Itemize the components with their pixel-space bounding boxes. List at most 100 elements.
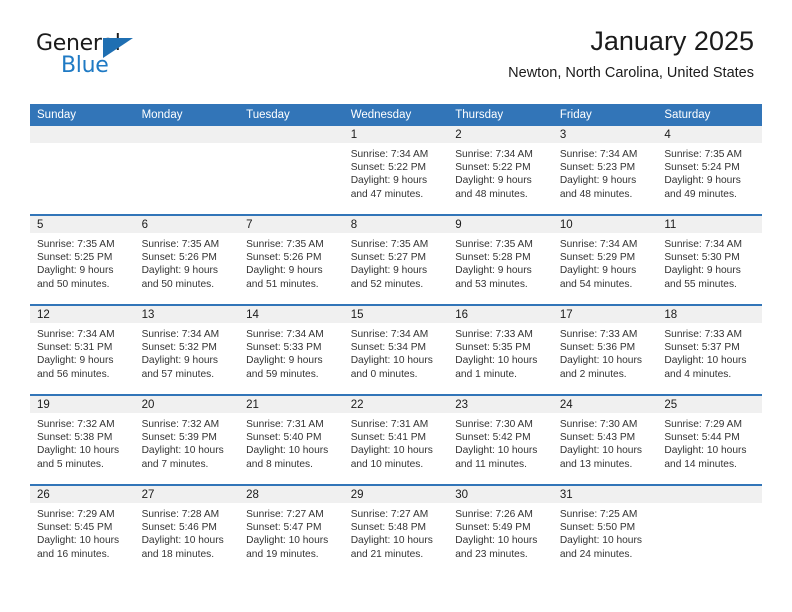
weekday-header-thursday: Thursday — [448, 104, 553, 126]
day-number: 4 — [657, 126, 762, 143]
day-number: 1 — [343, 126, 449, 143]
sunset-time: Sunset: 5:33 PM — [246, 342, 322, 354]
day-details: Sunrise: 7:35 AM Sunset: 5:26 PM Daylight:… — [239, 233, 344, 291]
calendar-day-cell[interactable]: 30 Sunrise: 7:26 AM Sunset: 5:49 PM Dayligh… — [448, 484, 553, 574]
day-number — [657, 486, 762, 503]
day-number: 19 — [30, 396, 135, 413]
sunset-time: Sunset: 5:40 PM — [246, 432, 322, 444]
calendar-day-cell[interactable]: 3 Sunrise: 7:34 AM Sunset: 5:23 PM Daylight… — [552, 126, 658, 215]
calendar-day-cell[interactable]: 16 Sunrise: 7:33 AM Sunset: 5:35 PM Dayligh… — [448, 304, 553, 395]
calendar-day-cell[interactable]: 14 Sunrise: 7:34 AM Sunset: 5:33 PM Dayligh… — [239, 304, 344, 395]
calendar-day-cell[interactable]: 26 Sunrise: 7:29 AM Sunset: 5:45 PM Dayligh… — [30, 484, 135, 574]
sunrise-time: Sunrise: 7:34 AM — [37, 329, 115, 340]
calendar-day-cell[interactable]: 9 Sunrise: 7:35 AM Sunset: 5:28 PM Daylight… — [448, 214, 553, 305]
daylight-duration-line1: Daylight: 10 hours — [141, 535, 224, 547]
sunset-time: Sunset: 5:22 PM — [350, 162, 427, 174]
calendar-day-cell[interactable]: 5 Sunrise: 7:35 AM Sunset: 5:25 PM Daylight… — [30, 214, 135, 305]
daylight-duration-line2: and 11 minutes. — [455, 458, 527, 470]
calendar-day-cell[interactable]: 1 Sunrise: 7:34 AM Sunset: 5:22 PM Daylight… — [343, 126, 449, 215]
calendar-day-cell[interactable]: 29 Sunrise: 7:27 AM Sunset: 5:48 PM Dayligh… — [343, 484, 449, 574]
daylight-duration-line1: Daylight: 10 hours — [246, 535, 329, 547]
daylight-duration-line1: Daylight: 10 hours — [246, 445, 329, 457]
calendar-day-cell[interactable]: 15 Sunrise: 7:34 AM Sunset: 5:34 PM Dayligh… — [343, 304, 449, 395]
day-details: Sunrise: 7:31 AM Sunset: 5:41 PM Daylight:… — [344, 413, 449, 471]
daylight-duration-line1: Daylight: 10 hours — [350, 355, 433, 367]
weekday-header-monday: Monday — [134, 104, 240, 126]
daylight-duration-line1: Daylight: 9 hours — [141, 265, 219, 277]
day-details: Sunrise: 7:35 AM Sunset: 5:26 PM Daylight:… — [135, 233, 240, 291]
sunrise-time: Sunrise: 7:35 AM — [664, 149, 742, 160]
daylight-duration-line1: Daylight: 10 hours — [559, 355, 642, 367]
calendar-day-cell[interactable]: 4 Sunrise: 7:35 AM Sunset: 5:24 PM Daylight… — [657, 126, 762, 215]
calendar-day-cell[interactable]: 24 Sunrise: 7:30 AM Sunset: 5:43 PM Dayligh… — [552, 394, 658, 485]
sunset-time: Sunset: 5:27 PM — [350, 252, 427, 264]
sunrise-time: Sunrise: 7:34 AM — [141, 329, 220, 340]
location-subtitle: Newton, North Carolina, United States — [508, 65, 754, 82]
day-details: Sunrise: 7:34 AM Sunset: 5:32 PM Daylight:… — [135, 323, 240, 381]
day-details: Sunrise: 7:35 AM Sunset: 5:28 PM Daylight:… — [448, 233, 553, 291]
calendar-day-cell[interactable]: 2 Sunrise: 7:34 AM Sunset: 5:22 PM Daylight… — [448, 126, 553, 215]
calendar-day-cell[interactable]: 31 Sunrise: 7:25 AM Sunset: 5:50 PM Dayligh… — [552, 484, 658, 574]
daylight-duration-line1: Daylight: 10 hours — [559, 445, 642, 457]
day-number: 10 — [552, 216, 658, 233]
calendar-day-cell[interactable]: 12 Sunrise: 7:34 AM Sunset: 5:31 PM Dayligh… — [30, 304, 135, 395]
daylight-duration-line2: and 56 minutes. — [37, 368, 110, 380]
calendar-day-cell[interactable]: 20 Sunrise: 7:32 AM Sunset: 5:39 PM Dayligh… — [134, 394, 240, 485]
day-number: 22 — [343, 396, 449, 413]
sunset-time: Sunset: 5:39 PM — [141, 432, 217, 444]
calendar-day-cell-empty — [239, 126, 344, 215]
daylight-duration-line1: Daylight: 9 hours — [141, 355, 219, 367]
day-number: 6 — [134, 216, 240, 233]
daylight-duration-line2: and 50 minutes. — [141, 278, 215, 290]
calendar-day-cell[interactable]: 7 Sunrise: 7:35 AM Sunset: 5:26 PM Daylight… — [239, 214, 344, 305]
general-blue-logo[interactable]: General Blue — [36, 33, 206, 83]
daylight-duration-line2: and 4 minutes. — [664, 368, 732, 380]
calendar-day-cell[interactable]: 19 Sunrise: 7:32 AM Sunset: 5:38 PM Dayligh… — [30, 394, 135, 485]
calendar-day-cell[interactable]: 13 Sunrise: 7:34 AM Sunset: 5:32 PM Dayligh… — [134, 304, 240, 395]
daylight-duration-line1: Daylight: 10 hours — [455, 355, 538, 367]
calendar-day-cell[interactable]: 8 Sunrise: 7:35 AM Sunset: 5:27 PM Daylight… — [343, 214, 449, 305]
day-details: Sunrise: 7:32 AM Sunset: 5:39 PM Daylight:… — [135, 413, 240, 471]
day-details: Sunrise: 7:34 AM Sunset: 5:22 PM Daylight:… — [448, 143, 553, 201]
calendar-week-row: 19 Sunrise: 7:32 AM Sunset: 5:38 PM Dayligh… — [30, 394, 762, 485]
page-header: General Blue January 2025 Newton, North … — [0, 0, 792, 100]
day-number: 16 — [448, 306, 553, 323]
sunrise-time: Sunrise: 7:34 AM — [350, 329, 429, 340]
sunrise-time: Sunrise: 7:32 AM — [37, 419, 115, 430]
daylight-duration-line2: and 18 minutes. — [141, 548, 215, 560]
calendar-day-cell[interactable]: 23 Sunrise: 7:30 AM Sunset: 5:42 PM Dayligh… — [448, 394, 553, 485]
sunset-time: Sunset: 5:35 PM — [455, 342, 531, 354]
calendar-day-cell[interactable]: 25 Sunrise: 7:29 AM Sunset: 5:44 PM Dayligh… — [657, 394, 762, 485]
calendar-day-cell[interactable]: 6 Sunrise: 7:35 AM Sunset: 5:26 PM Daylight… — [134, 214, 240, 305]
daylight-duration-line2: and 24 minutes. — [559, 548, 633, 560]
daylight-duration-line2: and 10 minutes. — [350, 458, 424, 470]
daylight-duration-line2: and 0 minutes. — [350, 368, 418, 380]
calendar-day-cell[interactable]: 22 Sunrise: 7:31 AM Sunset: 5:41 PM Dayligh… — [343, 394, 449, 485]
day-details: Sunrise: 7:32 AM Sunset: 5:38 PM Daylight:… — [30, 413, 135, 471]
daylight-duration-line2: and 52 minutes. — [350, 278, 424, 290]
calendar-day-cell[interactable]: 21 Sunrise: 7:31 AM Sunset: 5:40 PM Dayligh… — [239, 394, 344, 485]
daylight-duration-line2: and 50 minutes. — [37, 278, 110, 290]
daylight-duration-line2: and 53 minutes. — [455, 278, 528, 290]
day-number: 17 — [552, 306, 658, 323]
day-number: 21 — [239, 396, 344, 413]
sunrise-time: Sunrise: 7:34 AM — [350, 149, 429, 160]
day-number: 24 — [552, 396, 658, 413]
calendar-day-cell[interactable]: 18 Sunrise: 7:33 AM Sunset: 5:37 PM Dayligh… — [657, 304, 762, 395]
sunrise-time: Sunrise: 7:35 AM — [37, 239, 115, 250]
daylight-duration-line1: Daylight: 10 hours — [455, 445, 538, 457]
daylight-duration-line2: and 47 minutes. — [350, 188, 424, 200]
calendar-day-cell[interactable]: 10 Sunrise: 7:34 AM Sunset: 5:29 PM Dayligh… — [552, 214, 658, 305]
day-details: Sunrise: 7:34 AM Sunset: 5:30 PM Daylight:… — [657, 233, 762, 291]
calendar-day-cell[interactable]: 11 Sunrise: 7:34 AM Sunset: 5:30 PM Dayligh… — [657, 214, 762, 305]
sunrise-time: Sunrise: 7:30 AM — [455, 419, 533, 430]
calendar-day-cell[interactable]: 17 Sunrise: 7:33 AM Sunset: 5:36 PM Dayligh… — [552, 304, 658, 395]
sunrise-time: Sunrise: 7:27 AM — [246, 509, 324, 520]
weekday-header-tuesday: Tuesday — [239, 104, 344, 126]
sunrise-time: Sunrise: 7:28 AM — [141, 509, 220, 520]
day-details: Sunrise: 7:29 AM Sunset: 5:45 PM Daylight:… — [30, 503, 135, 561]
calendar-day-cell[interactable]: 28 Sunrise: 7:27 AM Sunset: 5:47 PM Dayligh… — [239, 484, 344, 574]
calendar-day-cell[interactable]: 27 Sunrise: 7:28 AM Sunset: 5:46 PM Dayligh… — [134, 484, 240, 574]
sunset-time: Sunset: 5:41 PM — [350, 432, 427, 444]
sunrise-time: Sunrise: 7:34 AM — [246, 329, 324, 340]
